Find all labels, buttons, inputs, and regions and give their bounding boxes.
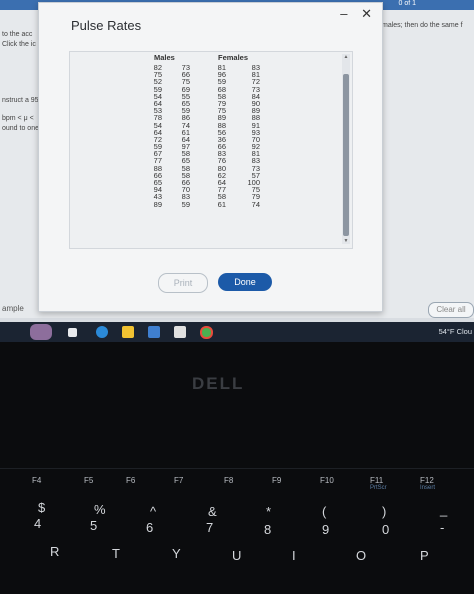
edge-browser-icon[interactable]: [96, 326, 108, 338]
key-4[interactable]: 4: [34, 516, 41, 531]
left-fragment-1: to the acc: [2, 31, 33, 38]
key-f10[interactable]: F10: [320, 476, 334, 485]
key-u[interactable]: U: [232, 548, 241, 563]
scroll-thumb[interactable]: [343, 74, 349, 236]
key-ampersand[interactable]: &: [208, 504, 217, 519]
question-counter: 0 of 1: [398, 0, 416, 7]
example-link[interactable]: ample: [2, 304, 24, 313]
key-caret[interactable]: ^: [150, 504, 156, 519]
clear-all-button[interactable]: Clear all: [428, 302, 474, 318]
task-view-icon[interactable]: [68, 328, 77, 337]
males-header: Males: [154, 53, 175, 62]
key-f4[interactable]: F4: [32, 476, 41, 485]
key-5[interactable]: 5: [90, 518, 97, 533]
key-8[interactable]: 8: [264, 522, 271, 537]
key-asterisk[interactable]: *: [266, 504, 271, 519]
keyboard-top-edge: [0, 468, 474, 469]
left-fragment-3: nstruct a 95: [2, 97, 39, 104]
key-p[interactable]: P: [420, 548, 429, 563]
key-dollar[interactable]: $: [38, 500, 45, 515]
close-icon[interactable]: ✕: [361, 6, 372, 21]
males-column-2: 73 66 75 69 55 65 59 86 74 61 64 97 58 65 58 58 66 70 83 59: [168, 64, 190, 208]
key-i[interactable]: I: [292, 548, 296, 563]
key-underscore[interactable]: _: [440, 502, 447, 517]
weather-widget[interactable]: 54°F Clou: [439, 327, 472, 336]
key-7[interactable]: 7: [206, 520, 213, 535]
key-6[interactable]: 6: [146, 520, 153, 535]
file-explorer-icon[interactable]: [122, 326, 134, 338]
key-9[interactable]: 9: [322, 522, 329, 537]
females-column-2: 83 81 72 73 84 90 89 88 91 93 70 92 81 83 73 57 100 75 79 7…: [238, 64, 260, 208]
scroll-up-arrow-icon[interactable]: ▲: [342, 54, 350, 60]
key-open-paren[interactable]: (: [322, 504, 326, 519]
left-fragment-5: ound to one: [2, 125, 39, 132]
key-f12[interactable]: F12 Insert: [420, 476, 435, 491]
left-fragment-2[interactable]: Click the ic: [2, 40, 36, 49]
table-cell: 89: [153, 199, 162, 209]
print-button[interactable]: Print: [158, 273, 208, 293]
key-r[interactable]: R: [50, 544, 59, 559]
females-column-1: 81 96 59 68 58 79 75 89 88 56 36 66 83 76 80 62 64 77 58 61: [204, 64, 226, 208]
key-f5[interactable]: F5: [84, 476, 93, 485]
key-f8[interactable]: F8: [224, 476, 233, 485]
key-t[interactable]: T: [112, 546, 120, 561]
key-close-paren[interactable]: ): [382, 504, 386, 519]
windows-taskbar: 54°F Clou: [0, 322, 474, 342]
key-f6[interactable]: F6: [126, 476, 135, 485]
done-button[interactable]: Done: [218, 273, 272, 291]
minimize-icon[interactable]: –: [340, 6, 347, 21]
key-f7[interactable]: F7: [174, 476, 183, 485]
scroll-down-arrow-icon[interactable]: ▼: [342, 238, 350, 244]
key-0[interactable]: 0: [382, 522, 389, 537]
table-cell: 61: [217, 199, 226, 209]
dialog-title: Pulse Rates: [71, 18, 142, 33]
table-cell: 59: [181, 199, 190, 209]
widget-animal-icon[interactable]: [30, 324, 52, 340]
right-instruction-text: males; then do the same f: [382, 22, 463, 29]
store-icon[interactable]: [174, 326, 186, 338]
pulse-rates-dialog: Pulse Rates – ✕ Males Females 82 75 52 59 54…: [38, 2, 383, 312]
key-o[interactable]: O: [356, 548, 366, 563]
key-y[interactable]: Y: [172, 546, 181, 561]
chrome-icon[interactable]: [200, 326, 213, 339]
females-header: Females: [218, 53, 249, 62]
key-minus[interactable]: -: [440, 520, 444, 535]
left-fragment-4[interactable]: bpm < μ <: [2, 114, 34, 123]
vertical-scrollbar[interactable]: ▲ ▼: [342, 54, 350, 244]
mail-icon[interactable]: [148, 326, 160, 338]
key-f9[interactable]: F9: [272, 476, 281, 485]
males-column-1: 82 75 52 59 54 64 53 78 54 64 72 59 67 77 88 66 65 94 43 89: [140, 64, 162, 208]
key-f11[interactable]: F11 PrtScr: [370, 476, 387, 491]
laptop-screen: 0 of 1 to the acc Click the ic nstruct a…: [0, 0, 474, 342]
dell-logo: DELL: [192, 374, 245, 393]
window-controls: – ✕: [330, 6, 372, 22]
key-percent[interactable]: %: [94, 502, 106, 517]
data-table-container: Males Females 82 75 52 59 54 64 53 78 54 64 72 59 67…: [69, 51, 353, 249]
table-cell: 74: [251, 199, 260, 209]
